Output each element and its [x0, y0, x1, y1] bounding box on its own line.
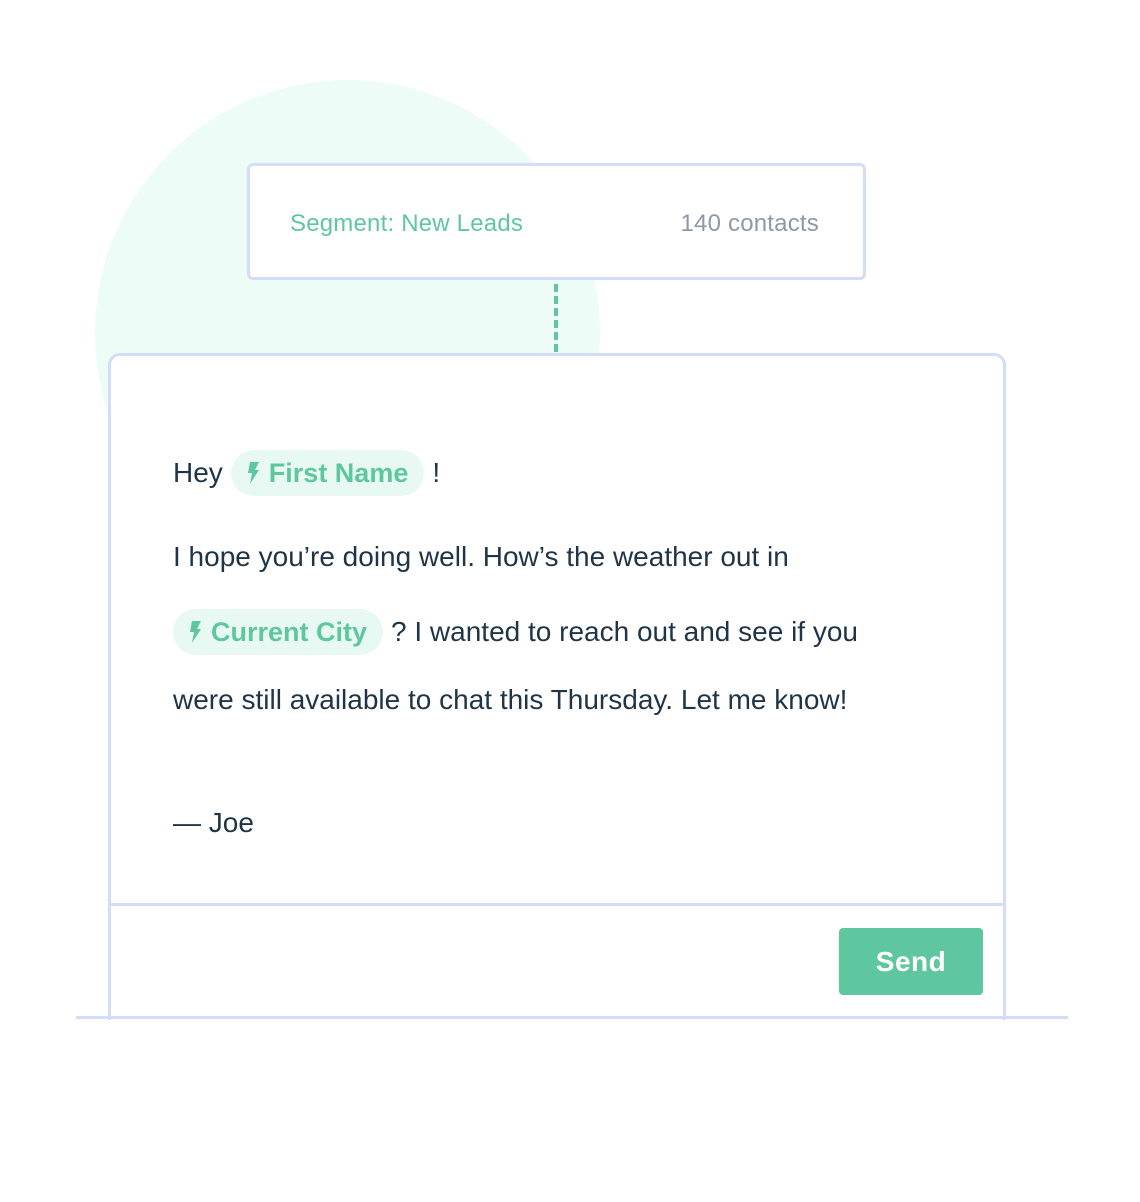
greeting-line: Hey First Name !	[173, 450, 440, 496]
lightning-bolt-icon	[190, 621, 201, 643]
baseline-divider	[76, 1016, 1068, 1019]
segment-connector-line	[554, 284, 558, 352]
first-name-token[interactable]: First Name	[230, 450, 425, 496]
greeting-punctuation: !	[432, 457, 441, 488]
signature-line: — Joe	[173, 807, 254, 839]
lightning-bolt-icon	[247, 462, 259, 484]
current-city-token-label: Current City	[211, 616, 368, 647]
body-text-2: ? I wanted to reach out and see if you	[391, 616, 858, 647]
email-composer: Hey First Name ! I hope you’re doing wel…	[108, 353, 1006, 1020]
segment-name: Segment: New Leads	[290, 210, 524, 237]
segment-card[interactable]: Segment: New Leads 140 contacts	[247, 163, 866, 280]
first-name-token-label: First Name	[268, 457, 409, 488]
send-button[interactable]: Send	[839, 928, 983, 995]
body-line-3: were still available to chat this Thursd…	[173, 684, 847, 716]
body-line-1: I hope you’re doing well. How’s the weat…	[173, 541, 789, 573]
signature: — Joe	[173, 807, 254, 838]
current-city-token[interactable]: Current City	[173, 609, 384, 655]
body-text-3: were still available to chat this Thursd…	[173, 684, 848, 715]
composer-footer-divider	[111, 903, 1003, 906]
greeting-text: Hey	[173, 457, 223, 488]
body-text-1: I hope you’re doing well. How’s the weat…	[173, 541, 789, 572]
body-line-2: Current City ? I wanted to reach out and…	[173, 609, 858, 655]
segment-contact-count: 140 contacts	[680, 210, 819, 237]
